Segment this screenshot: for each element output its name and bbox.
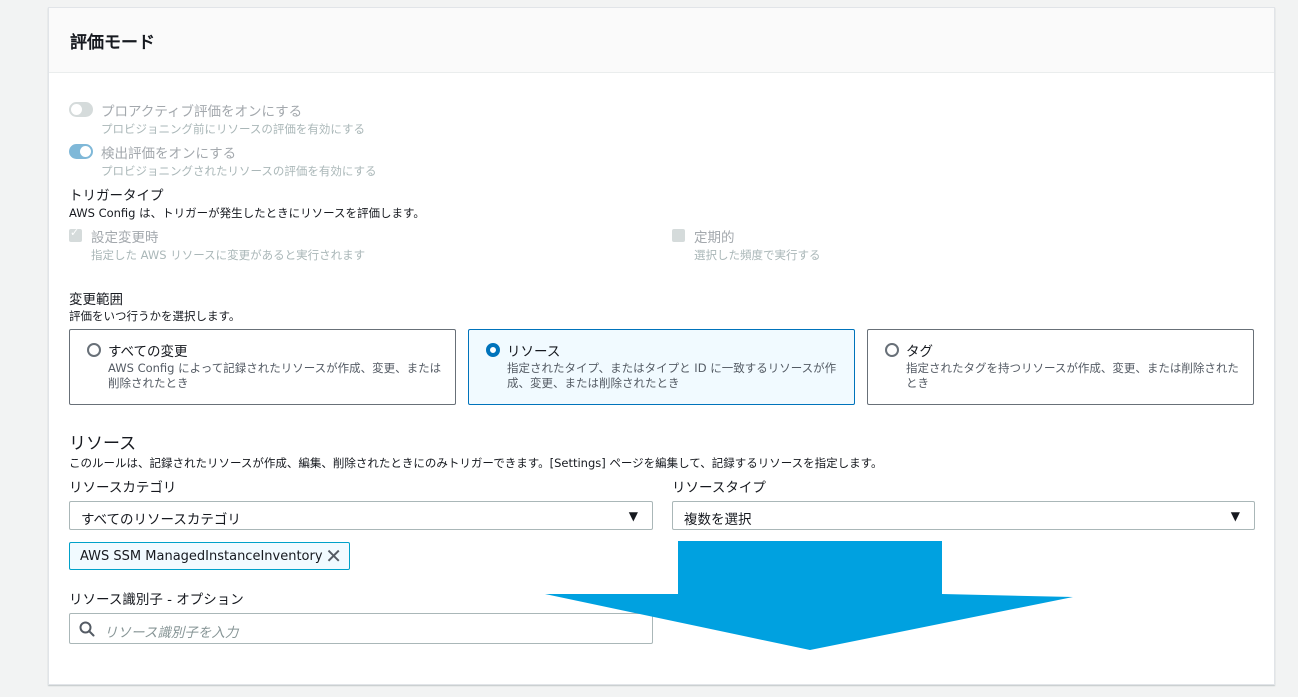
scope-title: 変更範囲 bbox=[69, 292, 123, 308]
resource-identifier-label: リソース識別子 - オプション bbox=[69, 592, 244, 608]
radio-resources[interactable] bbox=[486, 343, 500, 357]
proactive-toggle[interactable] bbox=[69, 102, 93, 117]
close-icon[interactable]: ✕ bbox=[325, 544, 342, 568]
detective-description: プロビジョニングされたリソースの評価を有効にする bbox=[101, 164, 377, 178]
proactive-label: プロアクティブ評価をオンにする bbox=[101, 104, 303, 120]
resource-type-token: AWS SSM ManagedInstanceInventory ✕ bbox=[69, 542, 350, 570]
scope-option-tags[interactable]: タグ 指定されたタグを持つリソースが作成、変更、または削除されたとき bbox=[867, 329, 1254, 405]
resource-category-select[interactable]: すべてのリソースカテゴリ ▼ bbox=[69, 501, 653, 530]
detective-toggle[interactable] bbox=[69, 144, 93, 159]
scope-option-description: 指定されたタグを持つリソースが作成、変更、または削除されたとき bbox=[906, 361, 1239, 390]
resources-description: このルールは、記録されたリソースが作成、編集、削除されたときにのみトリガーできま… bbox=[69, 456, 883, 470]
resource-identifier-input[interactable]: リソース識別子を入力 bbox=[69, 613, 653, 644]
token-label: AWS SSM ManagedInstanceInventory bbox=[80, 549, 323, 564]
periodic-checkbox[interactable] bbox=[672, 229, 685, 242]
config-change-checkbox[interactable]: ✓ bbox=[69, 226, 82, 242]
evaluation-mode-panel: 評価モード プロアクティブ評価をオンにする プロビジョニング前にリソースの評価を… bbox=[48, 7, 1275, 685]
config-change-description: 指定した AWS リソースに変更があると実行されます bbox=[91, 248, 366, 262]
periodic-description: 選択した頻度で実行する bbox=[694, 248, 821, 262]
periodic-label: 定期的 bbox=[694, 230, 735, 246]
scope-option-label: リソース bbox=[507, 344, 561, 360]
proactive-description: プロビジョニング前にリソースの評価を有効にする bbox=[101, 122, 366, 136]
resource-category-value: すべてのリソースカテゴリ bbox=[81, 512, 241, 528]
caret-down-icon: ▼ bbox=[628, 509, 638, 523]
scope-option-label: タグ bbox=[906, 344, 933, 360]
search-icon bbox=[79, 621, 95, 637]
scope-option-description: AWS Config によって記録されたリソースが作成、変更、または削除されたと… bbox=[108, 361, 442, 390]
caret-down-icon: ▼ bbox=[1230, 509, 1240, 523]
resource-type-select[interactable]: 複数を選択 ▼ bbox=[672, 501, 1255, 530]
resource-identifier-placeholder: リソース識別子を入力 bbox=[104, 625, 239, 641]
scope-option-all-changes[interactable]: すべての変更 AWS Config によって記録されたリソースが作成、変更、また… bbox=[69, 329, 456, 405]
scope-option-description: 指定されたタイプ、またはタイプと ID に一致するリソースが作成、変更、または削… bbox=[507, 361, 837, 390]
resource-type-label: リソースタイプ bbox=[672, 480, 766, 496]
resources-title: リソース bbox=[69, 434, 137, 454]
detective-label: 検出評価をオンにする bbox=[101, 146, 237, 162]
resource-type-value: 複数を選択 bbox=[684, 512, 752, 528]
radio-tags[interactable] bbox=[885, 343, 899, 357]
panel-header: 評価モード bbox=[49, 8, 1274, 73]
check-icon: ✓ bbox=[70, 226, 80, 239]
panel-title: 評価モード bbox=[70, 33, 155, 53]
scope-option-resources[interactable]: リソース 指定されたタイプ、またはタイプと ID に一致するリソースが作成、変更… bbox=[468, 329, 855, 405]
scope-description: 評価をいつ行うかを選択します。 bbox=[69, 309, 241, 323]
scope-option-label: すべての変更 bbox=[108, 344, 188, 360]
trigger-type-title: トリガータイプ bbox=[69, 188, 164, 204]
radio-all-changes[interactable] bbox=[87, 343, 101, 357]
config-change-label: 設定変更時 bbox=[91, 230, 159, 246]
resource-category-label: リソースカテゴリ bbox=[69, 480, 177, 496]
trigger-type-description: AWS Config は、トリガーが発生したときにリソースを評価します。 bbox=[69, 206, 425, 220]
